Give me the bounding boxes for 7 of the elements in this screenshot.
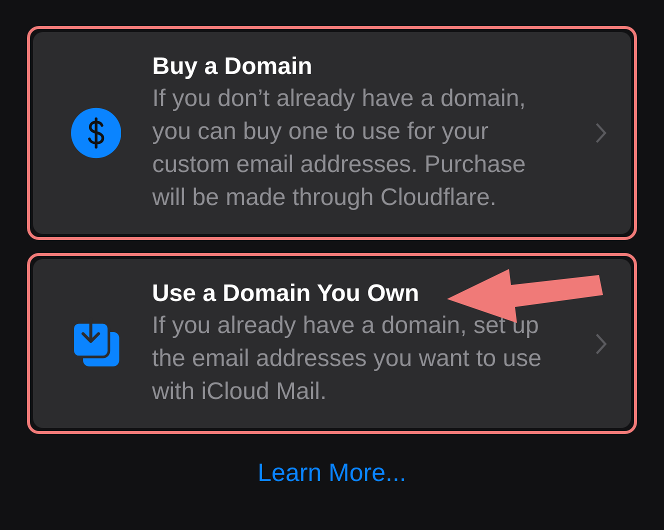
option-description: If you don’t already have a domain, you can buy one to use for your custom email addresses. Purchase will be made through Cloudflare.: [152, 84, 527, 213]
option-title: Buy a Domain: [152, 52, 314, 82]
option-title: Use a Domain You Own: [152, 279, 420, 309]
option-card[interactable]: Use a Domain You Own If you already have a domain, set up the email addresses you want to use with iCloud Mail.: [33, 259, 631, 428]
learn-more-link[interactable]: Learn More...: [258, 459, 406, 487]
option-card[interactable]: Buy a Domain If you don’t already have a domain, you can buy one to use for your custom email addresses. Purchase will be made through Cloudflare.: [33, 32, 631, 234]
option-description: If you already have a domain, set up the email addresses you want to use with iCloud Mail.: [152, 311, 542, 407]
